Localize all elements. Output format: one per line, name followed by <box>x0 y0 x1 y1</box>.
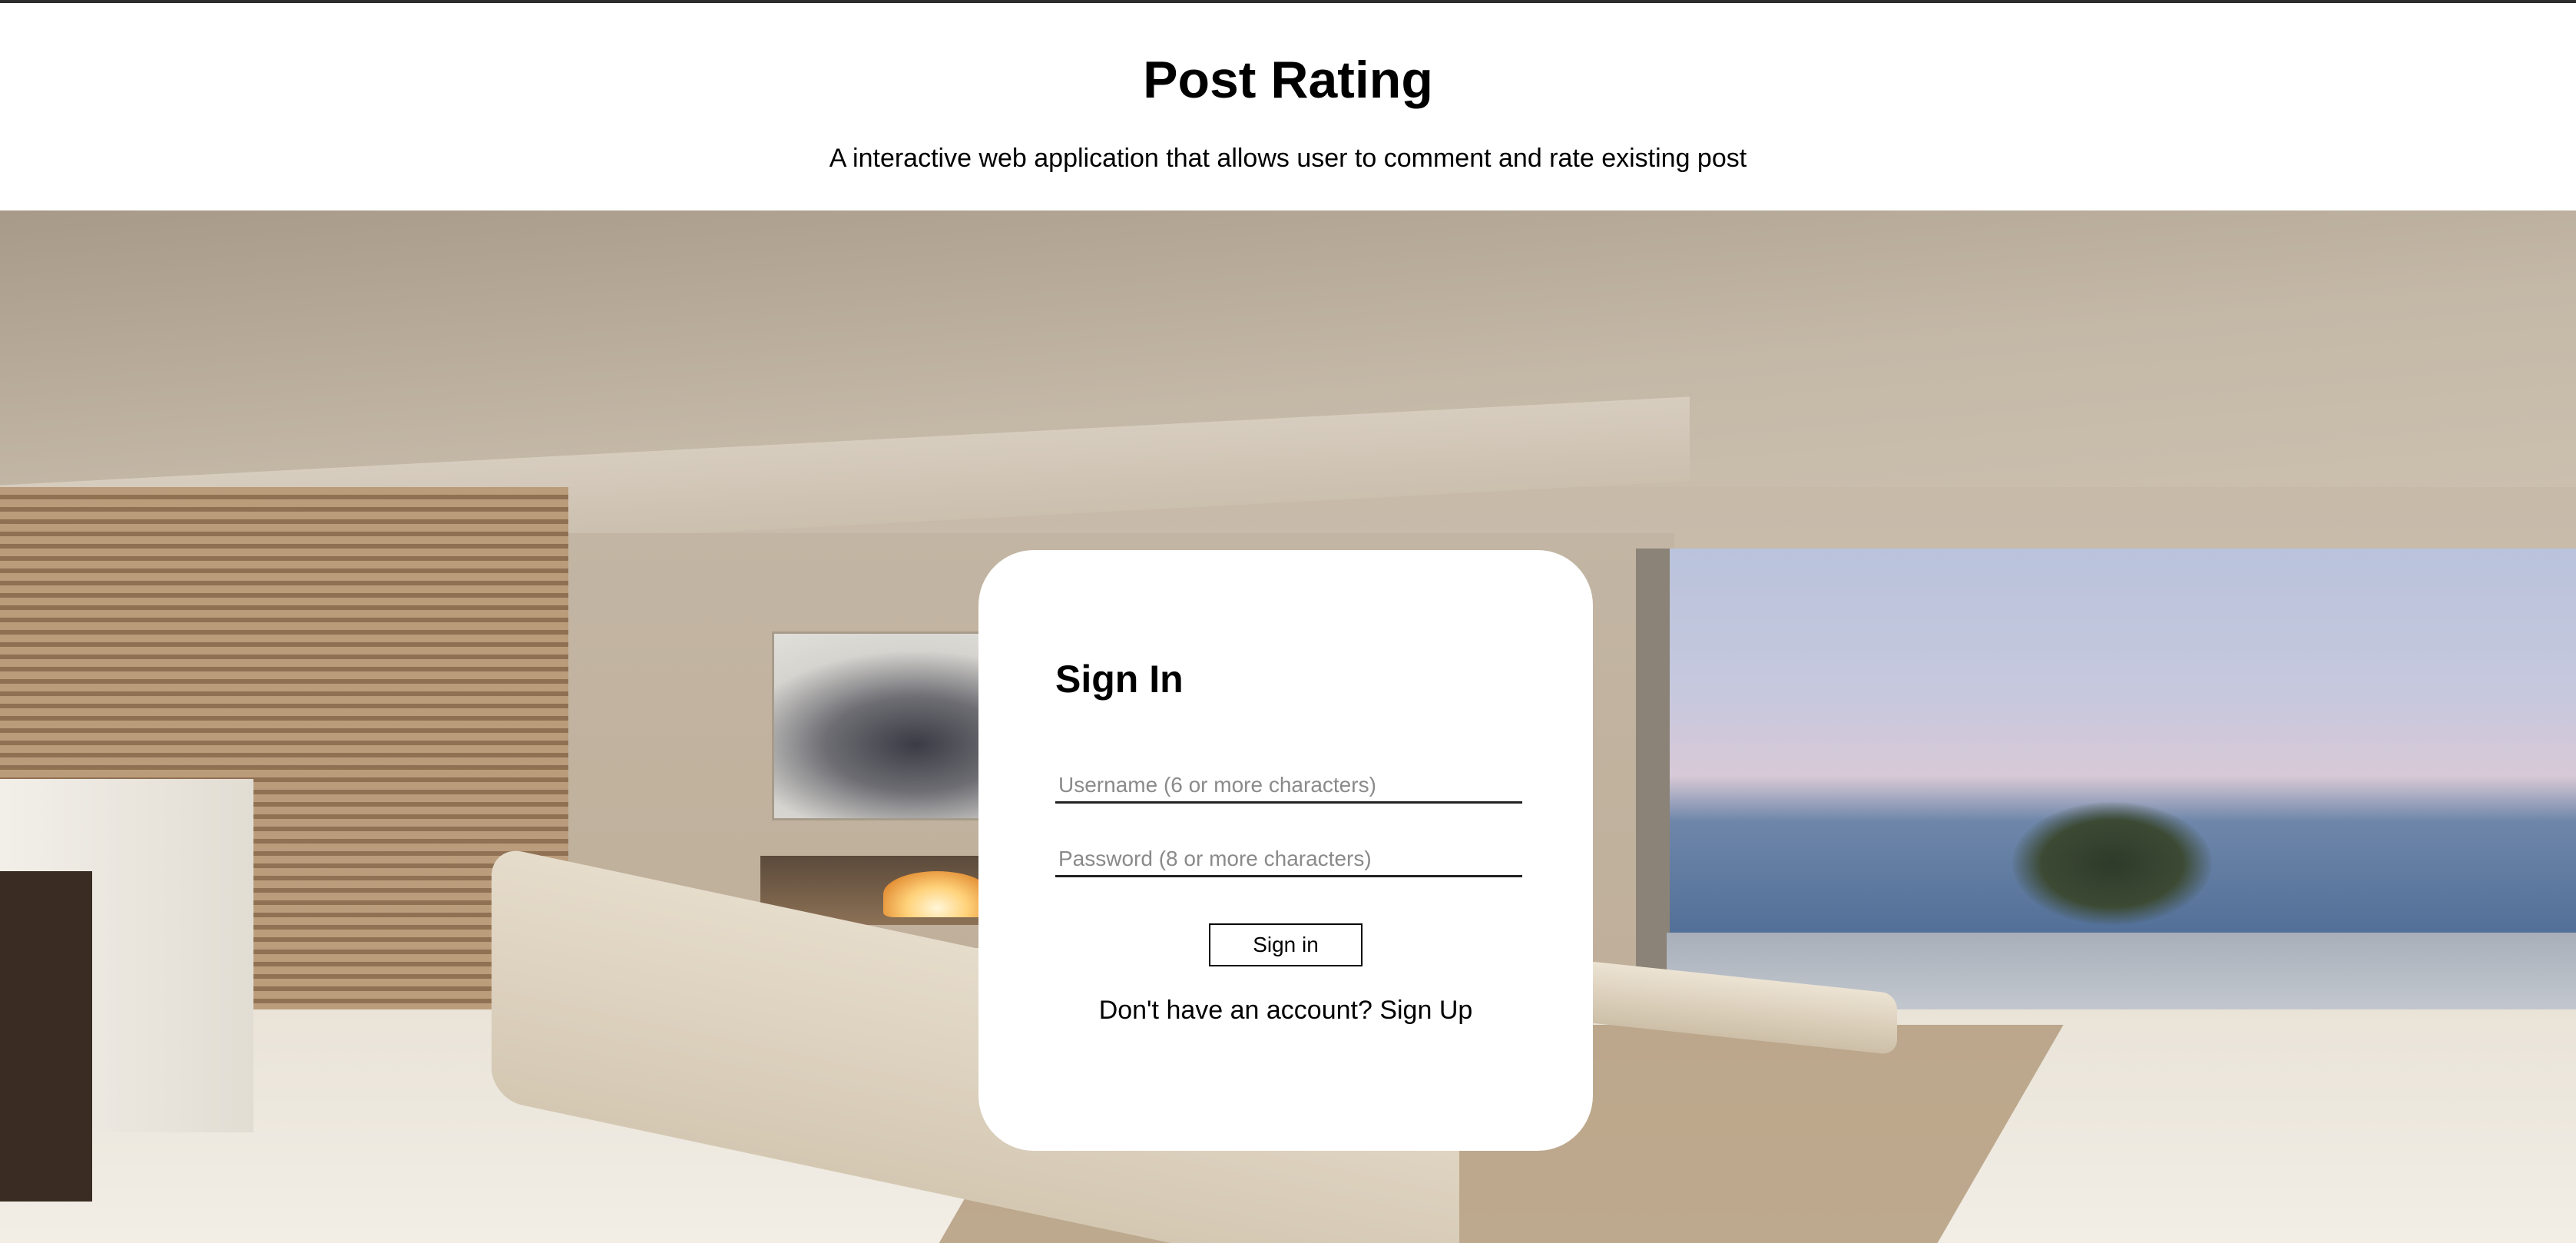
hero-palm-tree <box>2012 802 2212 925</box>
hero-kitchen-cabinet <box>0 871 92 1202</box>
site-header: Post Rating A interactive web applicatio… <box>0 3 2576 210</box>
signin-title: Sign In <box>1055 658 1184 701</box>
signup-prompt-text: Don't have an account? <box>1098 996 1372 1025</box>
password-input[interactable] <box>1055 842 1522 877</box>
site-subtitle: A interactive web application that allow… <box>829 144 1747 173</box>
hero-background-image: Sign In Sign in Don't have an account? S… <box>0 210 2576 1243</box>
username-input[interactable] <box>1055 768 1522 804</box>
hero-fire <box>883 871 991 917</box>
signin-card: Sign In Sign in Don't have an account? S… <box>978 550 1593 1151</box>
signup-prompt: Don't have an account? Sign Up <box>978 994 1593 1026</box>
site-title: Post Rating <box>1143 51 1433 109</box>
signup-link[interactable]: Sign Up <box>1379 996 1472 1025</box>
signin-button[interactable]: Sign in <box>1209 923 1362 966</box>
